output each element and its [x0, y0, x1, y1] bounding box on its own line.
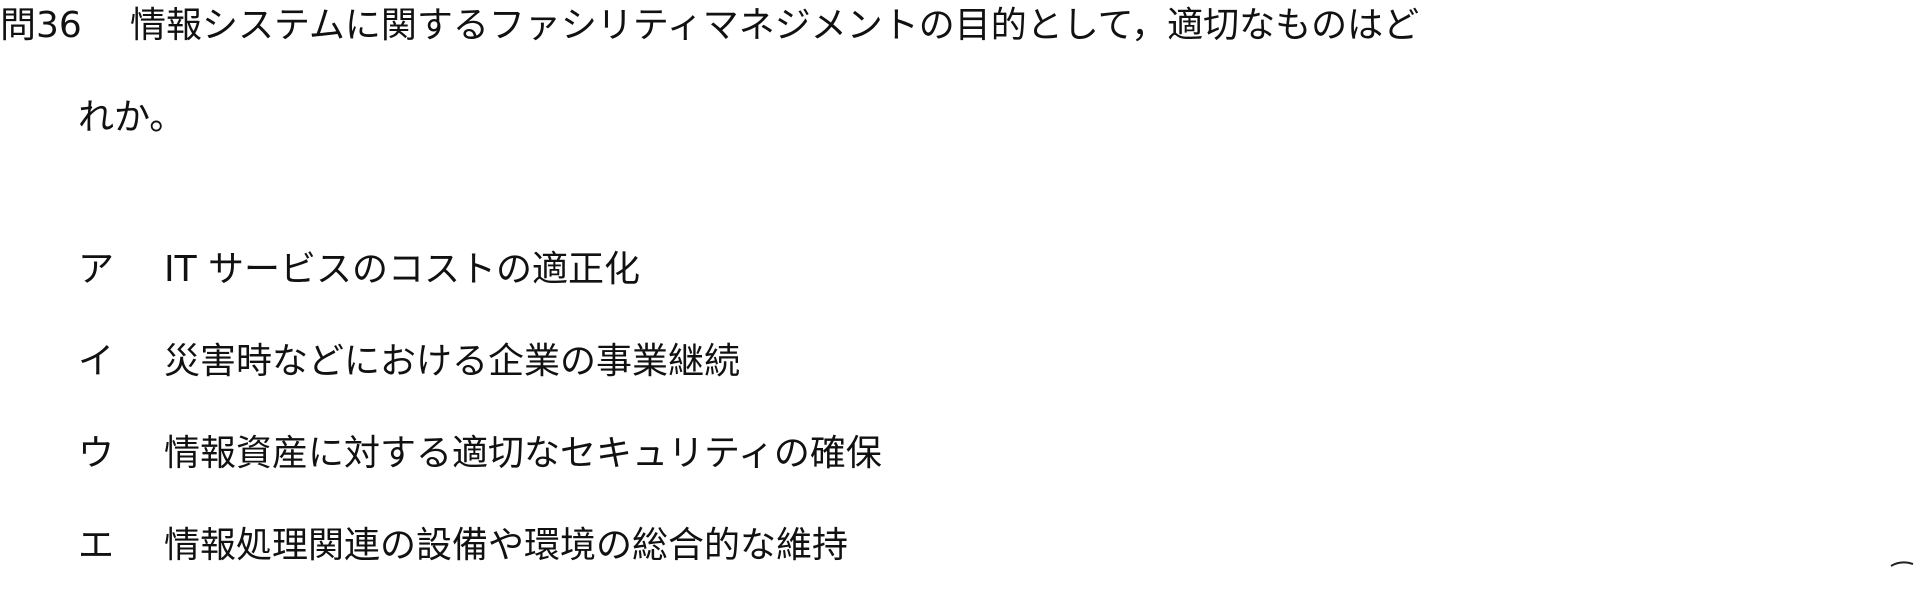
question-number: 問36 — [0, 5, 82, 46]
question-line-2: れか。 — [78, 96, 185, 140]
question-text-1: 情報システムに関するファシリティマネジメントの目的として，適切なものはど — [130, 5, 1420, 46]
question-text-2: れか。 — [78, 97, 186, 138]
choice-text: 情報処理関連の設備や環境の総合的な維持 — [164, 525, 849, 566]
choice-text: 災害時などにおける企業の事業継続 — [164, 341, 741, 382]
choice-text: 情報資産に対する適切なセキュリティの確保 — [164, 433, 882, 474]
question-line-1: 問36 情報システムに関するファシリティマネジメントの目的として，適切なものはど — [0, 4, 1419, 48]
choice-mark: ア — [78, 249, 115, 290]
answer-choices: ア IT サービスのコストの適正化 イ 災害時などにおける企業の事業継続 ウ 情報資産… — [78, 248, 882, 616]
choice-e: エ 情報処理関連の設備や環境の総合的な維持 — [78, 524, 882, 616]
choice-mark: イ — [78, 341, 115, 382]
exam-page: 問36 情報システムに関するファシリティマネジメントの目的として，適切なものはど … — [0, 0, 1929, 568]
choice-mark: ウ — [78, 433, 115, 474]
choice-a: ア IT サービスのコストの適正化 — [78, 248, 882, 340]
choice-mark: エ — [78, 525, 115, 566]
choice-text: IT サービスのコストの適正化 — [164, 249, 641, 290]
corner-mark — [1890, 561, 1914, 567]
choice-u: ウ 情報資産に対する適切なセキュリティの確保 — [78, 432, 882, 524]
choice-i: イ 災害時などにおける企業の事業継続 — [78, 340, 882, 432]
